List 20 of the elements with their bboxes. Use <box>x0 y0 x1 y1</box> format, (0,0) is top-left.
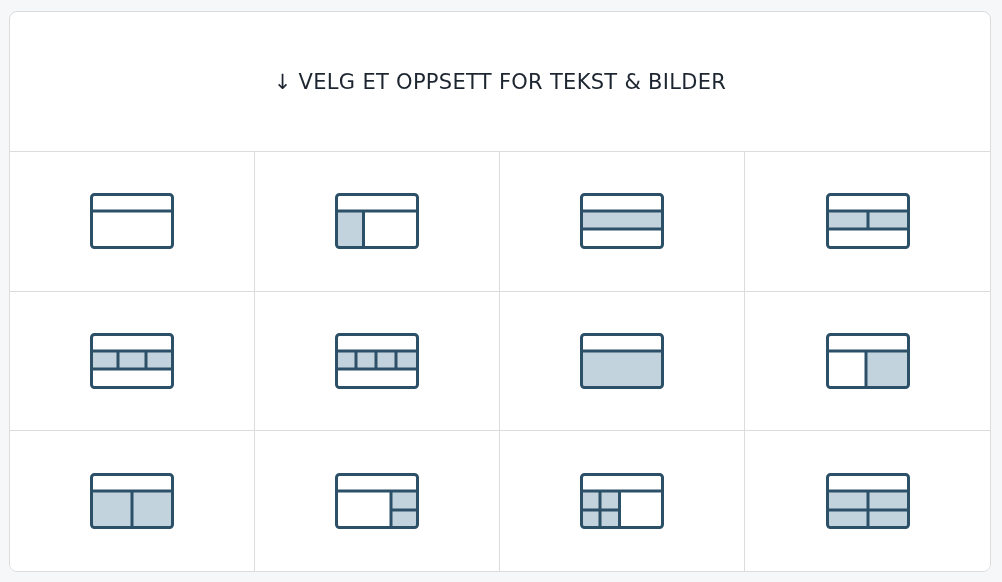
layout-icon <box>580 333 664 389</box>
layout-icon <box>90 193 174 250</box>
layout-option-button[interactable] <box>10 152 255 292</box>
layout-icon <box>335 333 419 389</box>
layout-icon <box>825 333 910 389</box>
layout-icon <box>825 473 910 530</box>
layout-icon <box>580 193 664 250</box>
section-title: ↓ VELG ET OPPSETT FOR TEKST & BILDER <box>273 69 727 94</box>
layout-option-button[interactable] <box>10 291 255 432</box>
layout-icon <box>335 473 419 530</box>
layout-icon <box>825 193 910 250</box>
layout-icon <box>580 473 664 530</box>
layout-option-button[interactable] <box>255 152 500 292</box>
layout-option-button[interactable] <box>255 291 500 432</box>
layout-option-button[interactable] <box>500 152 745 292</box>
layout-option-button[interactable] <box>500 291 745 432</box>
layout-option-button[interactable] <box>10 431 255 571</box>
layout-icon <box>90 333 174 389</box>
layout-icon <box>90 473 174 530</box>
layout-icon <box>335 193 419 250</box>
